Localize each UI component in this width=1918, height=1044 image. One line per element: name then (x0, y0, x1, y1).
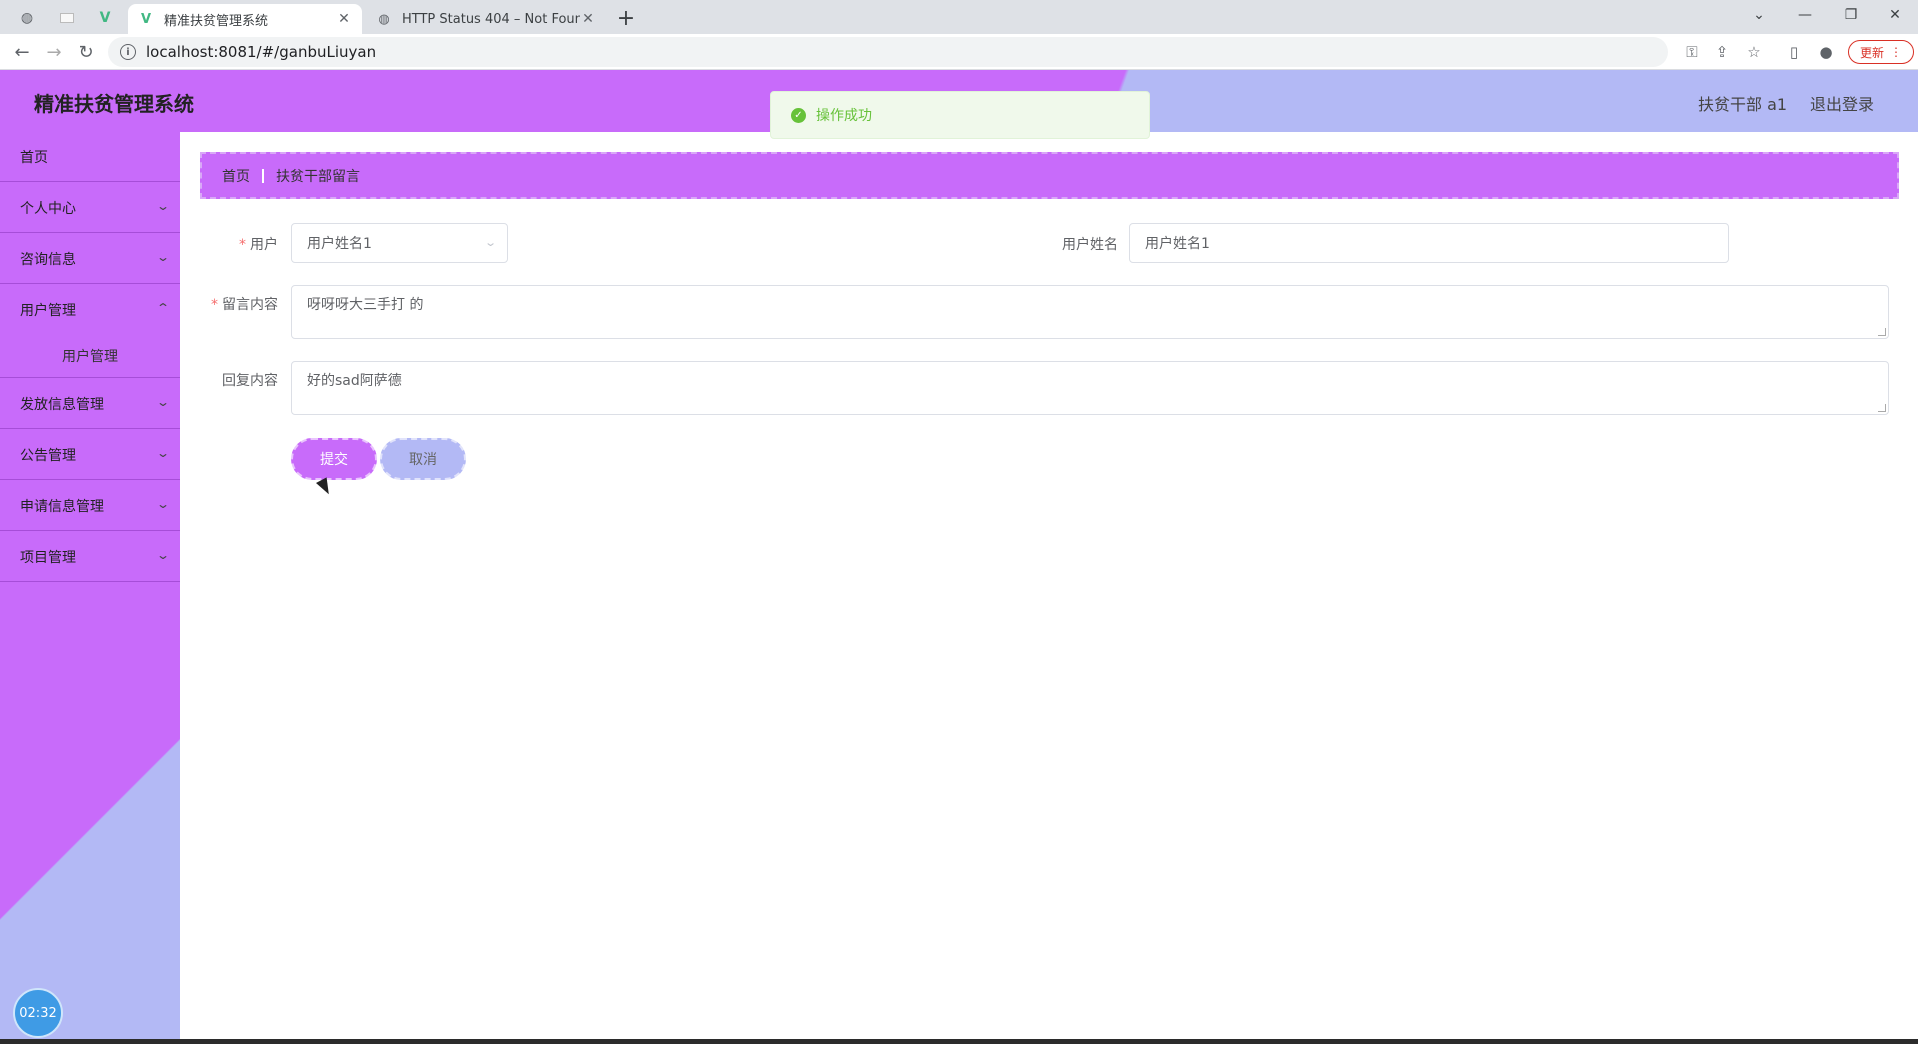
required-mark: * (211, 297, 218, 313)
cancel-button[interactable]: 取消 (380, 438, 466, 480)
required-mark: * (239, 237, 246, 253)
sidebar-item-distribution[interactable]: 发放信息管理 ⌄ (0, 379, 180, 429)
sidebar-item-profile[interactable]: 个人中心 ⌄ (0, 183, 180, 233)
close-icon[interactable]: ✕ (336, 11, 352, 27)
app-title: 精准扶贫管理系统 (34, 92, 194, 116)
sidebar-item-label: 申请信息管理 (20, 498, 104, 515)
toast-message: 操作成功 (816, 108, 872, 124)
sidebar-subitem-users[interactable]: 用户管理 (0, 334, 180, 378)
reload-icon[interactable]: ↻ (72, 38, 100, 66)
browser-toolbar: ← → ↻ i localhost:8081/#/ganbuLiuyan ⚿ ⇪… (0, 34, 1918, 70)
success-toast: ✓ 操作成功 (770, 91, 1150, 139)
sidebar-item-label: 发放信息管理 (20, 396, 104, 413)
breadcrumb-separator (262, 168, 264, 183)
tab-active[interactable]: V 精准扶贫管理系统 ✕ (128, 4, 362, 34)
username-input[interactable]: 用户姓名1 (1129, 223, 1729, 263)
sidebar-item-users[interactable]: 用户管理 ⌃ (0, 285, 180, 335)
sidebar-item-project[interactable]: 项目管理 ⌄ (0, 532, 180, 582)
username-field-label: 用户姓名 (1062, 237, 1118, 253)
reply-field-label: 回复内容 (222, 373, 278, 389)
sidebar-item-label: 公告管理 (20, 447, 76, 464)
reply-textarea[interactable]: 好的sad阿萨德 (291, 361, 1889, 415)
update-button[interactable]: 更新 ⋮ (1848, 40, 1914, 64)
back-icon[interactable]: ← (8, 38, 36, 66)
user-field-label: * 用户 (239, 237, 278, 253)
restore-button[interactable]: ❐ (1828, 0, 1874, 30)
blank-page-icon (60, 13, 74, 23)
chevron-down-icon: ⌄ (155, 548, 171, 562)
browser-tab-bar: ◍ V V 精准扶贫管理系统 ✕ ◍ HTTP Status 404 – Not… (0, 0, 1918, 34)
vue-icon: V (99, 10, 111, 26)
sidebar-item-label: 个人中心 (20, 200, 76, 217)
taskbar-edge (0, 1039, 1918, 1044)
sidebar-item-application[interactable]: 申请信息管理 ⌄ (0, 481, 180, 531)
chevron-down-icon: ⌄ (155, 250, 171, 264)
more-icon: ⋮ (1890, 45, 1902, 59)
check-circle-icon: ✓ (791, 107, 806, 123)
chevron-down-icon: ⌄ (155, 446, 171, 460)
chevron-down-icon: ⌄ (155, 497, 171, 511)
chevron-down-icon: ⌄ (155, 395, 171, 409)
site-info-icon[interactable]: i (120, 44, 136, 60)
submit-button[interactable]: 提交 (291, 438, 377, 480)
share-icon[interactable]: ⇪ (1710, 40, 1734, 64)
chevron-down-icon: ⌄ (155, 199, 171, 213)
pinned-tab-blank[interactable] (50, 6, 84, 30)
profile-icon[interactable]: ● (1814, 40, 1838, 64)
user-select-value: 用户姓名1 (307, 236, 372, 252)
chevron-up-icon: ⌃ (155, 301, 171, 315)
address-bar[interactable]: i localhost:8081/#/ganbuLiuyan (108, 37, 1668, 67)
sidebar-subitem-label: 用户管理 (62, 348, 118, 365)
globe-icon: ◍ (20, 10, 34, 26)
sidebar-item-notice[interactable]: 公告管理 ⌄ (0, 430, 180, 480)
key-icon[interactable]: ⚿ (1680, 40, 1704, 64)
new-tab-button[interactable]: + (612, 4, 640, 32)
reply-textarea-value: 好的sad阿萨德 (307, 373, 402, 389)
resize-handle[interactable] (1878, 328, 1886, 336)
breadcrumb-current: 扶贫干部留言 (276, 168, 360, 185)
resize-handle[interactable] (1878, 404, 1886, 412)
pinned-tab-globe[interactable]: ◍ (10, 6, 44, 30)
chevron-down-icon: ⌄ (483, 236, 497, 249)
username-input-value: 用户姓名1 (1145, 236, 1210, 252)
vue-icon: V (140, 11, 152, 27)
sidebar-item-label: 用户管理 (20, 303, 76, 319)
sidebar: 首页 个人中心 ⌄ 咨询信息 ⌄ 用户管理 ⌃ 用户管理 发放信息管理 ⌄ 公告… (0, 132, 180, 1044)
sidebar-item-label: 咨询信息 (20, 251, 76, 268)
globe-icon: ◍ (378, 11, 390, 27)
sidebar-item-consult[interactable]: 咨询信息 ⌄ (0, 234, 180, 284)
tab-search-icon[interactable]: ⌄ (1736, 0, 1782, 30)
close-window-button[interactable]: ✕ (1872, 0, 1918, 30)
logout-link[interactable]: 退出登录 (1810, 91, 1874, 115)
message-textarea-value: 呀呀呀大三手打 的 (307, 297, 424, 313)
sidebar-item-label: 首页 (20, 149, 48, 166)
user-select[interactable]: 用户姓名1 ⌄ (291, 223, 508, 263)
tab-title: HTTP Status 404 – Not Found (402, 11, 580, 27)
pinned-tab-vue[interactable]: V (88, 6, 122, 30)
breadcrumb: 首页 扶贫干部留言 (200, 152, 1899, 199)
forward-icon[interactable]: → (40, 38, 68, 66)
clock-widget: 02:32 (13, 988, 63, 1038)
sidebar-item-home[interactable]: 首页 (0, 132, 180, 182)
url-text: localhost:8081/#/ganbuLiuyan (146, 43, 377, 61)
update-label: 更新 (1859, 45, 1884, 60)
sidepanel-icon[interactable]: ▯ (1782, 40, 1806, 64)
current-user: 扶贫干部 a1 (1698, 95, 1788, 114)
tab-title: 精准扶贫管理系统 (164, 13, 269, 29)
close-icon[interactable]: ✕ (580, 11, 596, 27)
minimize-button[interactable]: — (1782, 0, 1828, 30)
breadcrumb-home[interactable]: 首页 (222, 166, 250, 186)
tab-404[interactable]: ◍ HTTP Status 404 – Not Found ✕ (366, 4, 606, 34)
message-textarea[interactable]: 呀呀呀大三手打 的 (291, 285, 1889, 339)
star-icon[interactable]: ☆ (1742, 40, 1766, 64)
sidebar-item-label: 项目管理 (20, 549, 76, 566)
message-field-label: * 留言内容 (211, 297, 278, 313)
mouse-cursor-icon (316, 477, 335, 498)
